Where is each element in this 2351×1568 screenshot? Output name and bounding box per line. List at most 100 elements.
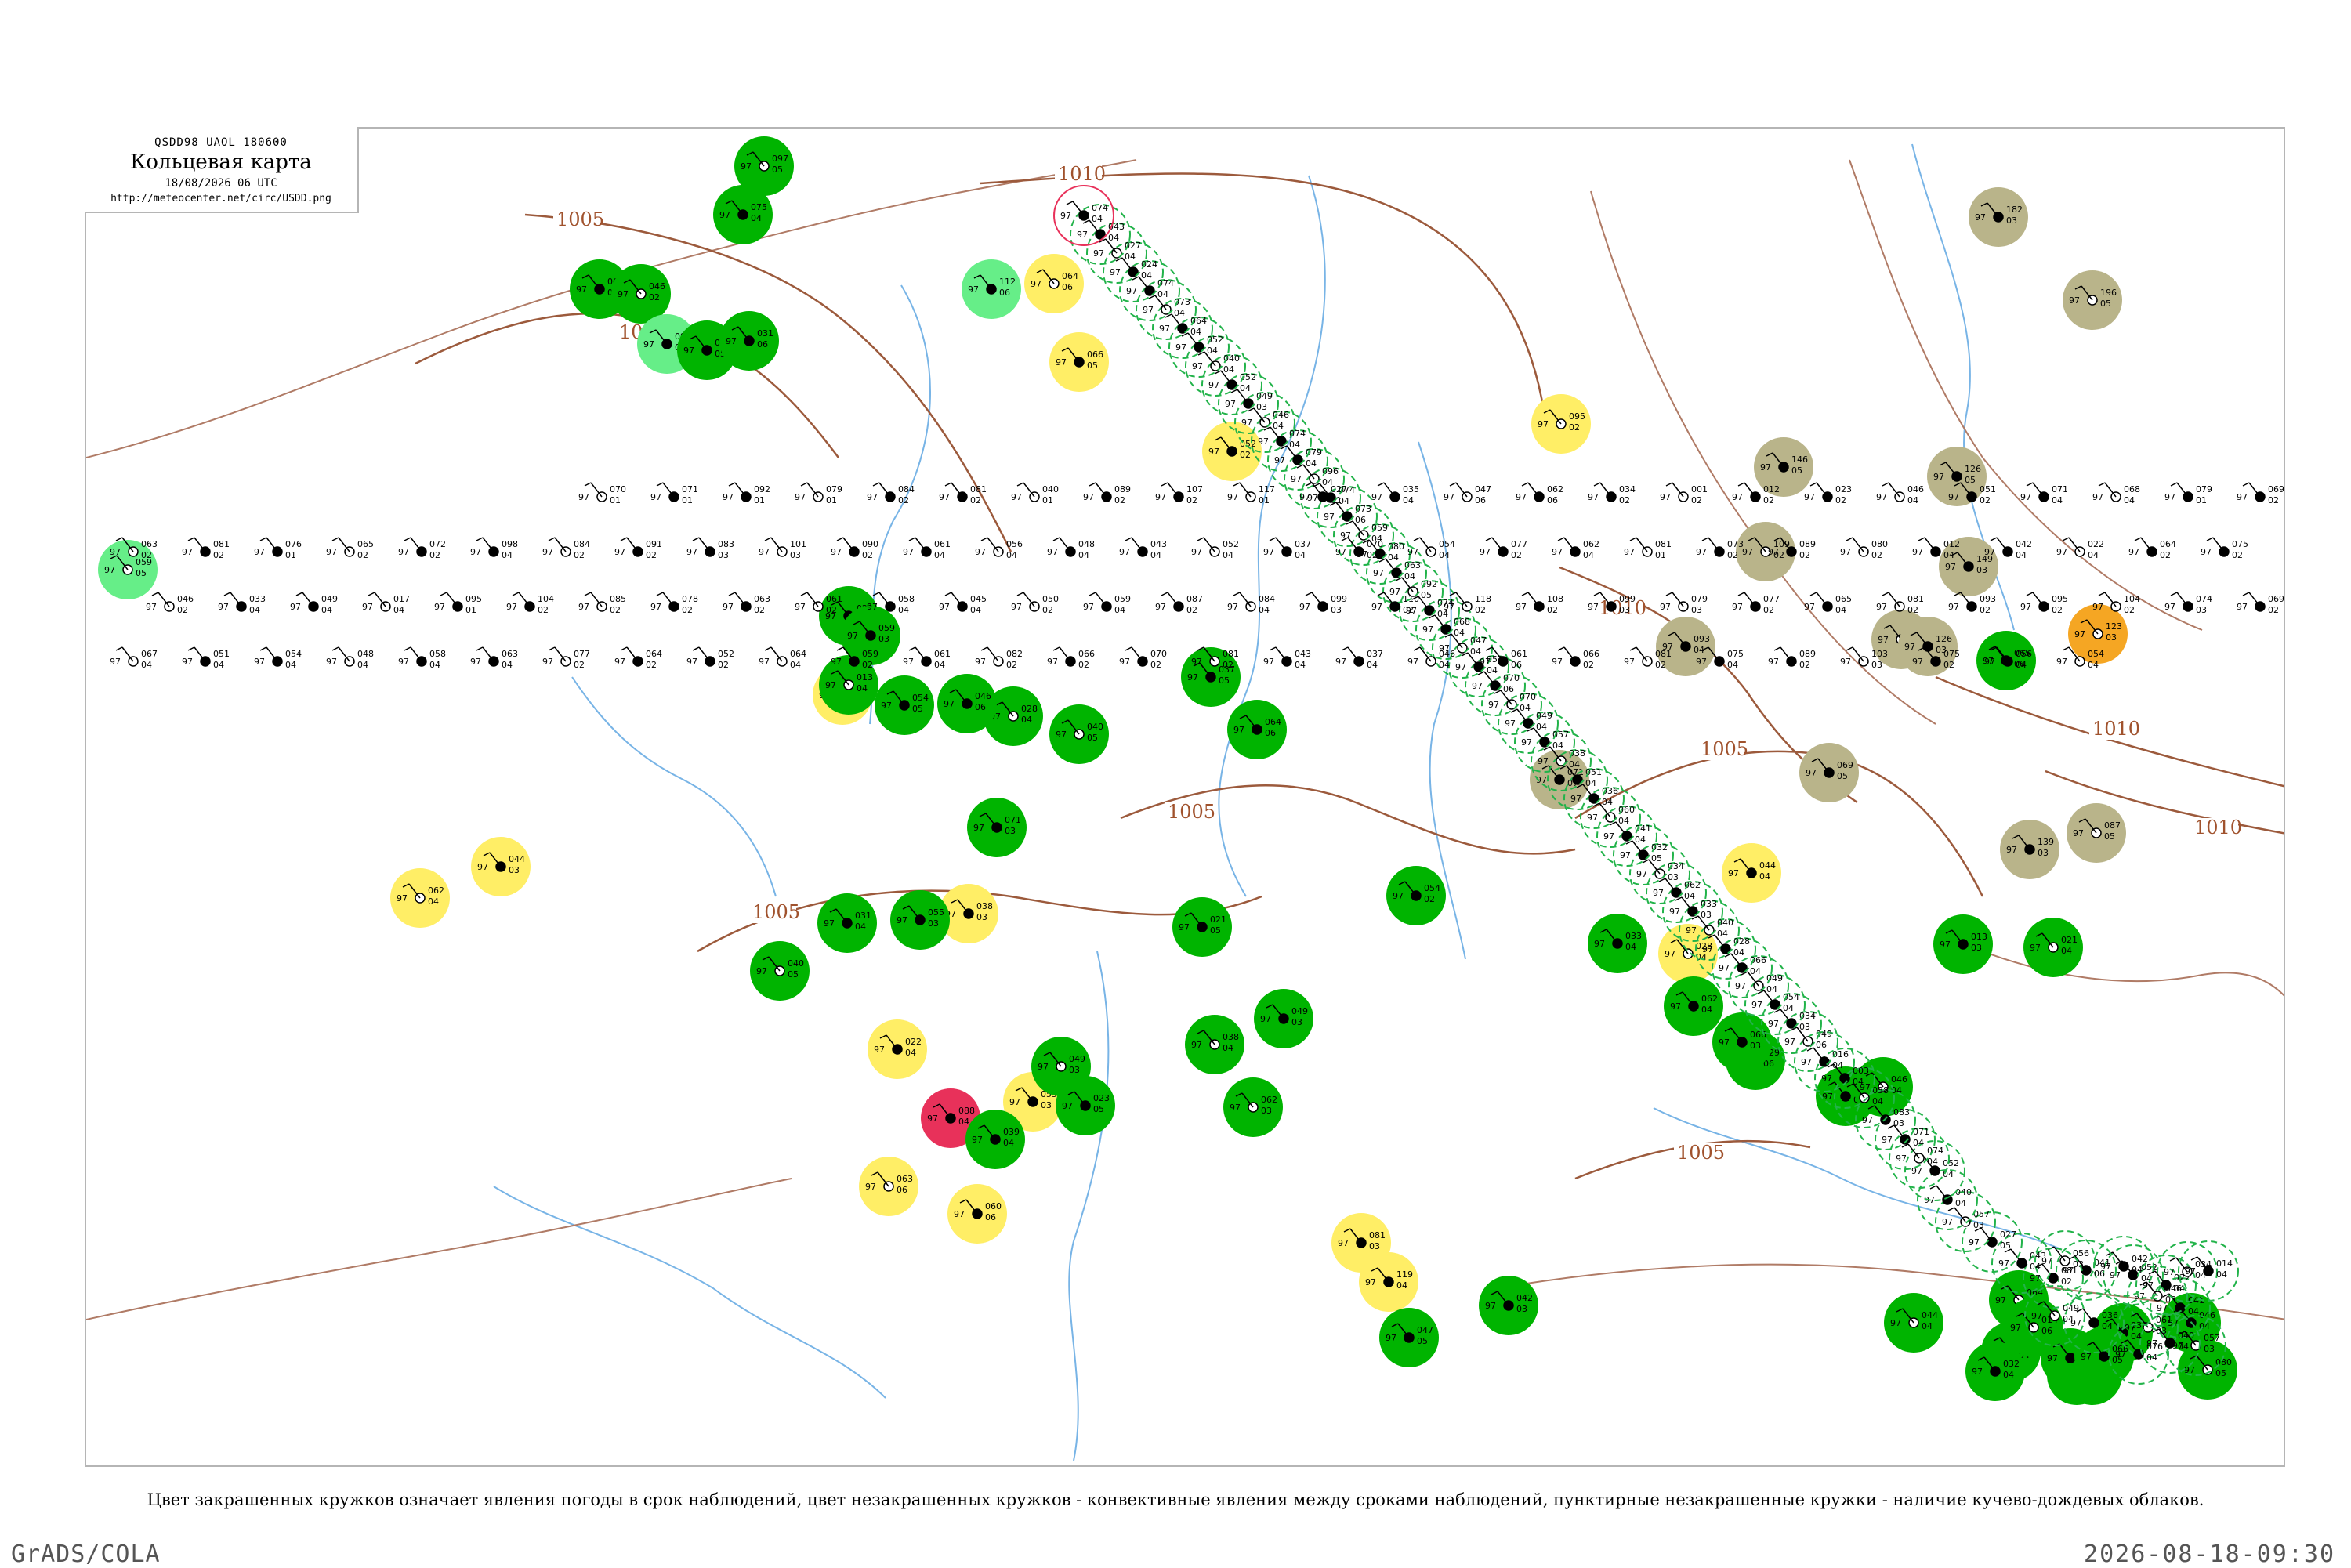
station-marker[interactable]: 04604 97 — [1876, 482, 1924, 505]
station-marker[interactable]: 04404 97 — [1884, 1293, 1943, 1353]
station-marker[interactable]: 05204 97 — [1191, 537, 1239, 560]
station-marker[interactable]: 07901 97 — [2164, 482, 2212, 505]
station-marker[interactable]: 06404 97 — [759, 646, 806, 670]
station-marker[interactable]: 10402 97 — [2092, 592, 2140, 615]
station-marker[interactable]: 04903 97 — [1254, 989, 1313, 1048]
station-marker[interactable]: 04304 97 — [1119, 537, 1167, 560]
station-marker[interactable]: 05405 97 — [875, 675, 934, 735]
station-marker[interactable]: 05404 97 — [254, 646, 302, 670]
station-marker[interactable]: 06006 97 — [947, 1184, 1007, 1244]
station-marker[interactable]: 04203 97 — [1479, 1276, 1538, 1335]
station-marker[interactable]: 05104 97 — [182, 646, 230, 670]
station-marker[interactable]: 02105 97 — [1172, 897, 1232, 957]
station-marker[interactable]: 06203 97 — [1223, 1077, 1283, 1137]
station-marker[interactable]: 08102 97 — [1876, 592, 1924, 615]
station-marker[interactable]: 04001 97 — [1011, 482, 1059, 505]
station-marker[interactable]: 10103 97 — [759, 537, 806, 560]
station-marker[interactable]: 04904 97 — [290, 592, 338, 615]
station-marker[interactable]: 07001 97 — [578, 482, 626, 505]
station-marker[interactable]: 09502 97 — [1531, 394, 1591, 454]
station-marker[interactable]: 04706 97 — [1444, 482, 1491, 505]
station-marker[interactable]: 04404 97 — [1722, 843, 1781, 903]
station-marker[interactable]: 06306 97 — [859, 1157, 918, 1216]
station-marker[interactable]: 03304 97 — [1588, 914, 1647, 973]
station-marker[interactable]: 09903 97 — [1588, 592, 1636, 615]
station-marker[interactable]: 06204 97 — [1664, 976, 1723, 1036]
station-marker[interactable]: 07702 97 — [542, 646, 590, 670]
station-marker[interactable]: 05202 97 — [686, 646, 734, 670]
station-marker[interactable]: 05503 97 — [890, 890, 950, 950]
station-marker[interactable]: 03104 97 — [817, 893, 877, 953]
station-marker[interactable]: 04606 97 — [937, 674, 997, 733]
station-marker[interactable]: 03504 97 — [1371, 482, 1419, 505]
station-marker[interactable]: 04804 97 — [1047, 537, 1095, 560]
station-marker[interactable]: 06602 97 — [1552, 646, 1599, 670]
station-marker[interactable]: 08102 97 — [1624, 646, 1672, 670]
station-marker[interactable]: 08303 97 — [686, 537, 734, 560]
station-marker[interactable]: 06902 97 — [2237, 592, 2284, 615]
station-marker[interactable]: 05804 97 — [398, 646, 446, 670]
station-marker[interactable]: 19605 97 — [2063, 270, 2122, 330]
station-marker[interactable]: 10802 97 — [1516, 592, 1563, 615]
station-marker[interactable]: 07202 97 — [398, 537, 446, 560]
station-marker[interactable]: 06905 97 — [1799, 743, 1859, 802]
station-marker[interactable]: 01704 97 — [362, 592, 410, 615]
station-marker[interactable]: 07002 97 — [1335, 537, 1383, 560]
station-marker[interactable]: 02104 97 — [2023, 918, 2083, 977]
station-marker[interactable]: 05904 97 — [1083, 592, 1131, 615]
station-marker[interactable]: 03304 97 — [218, 592, 266, 615]
station-marker[interactable]: 06704 97 — [110, 646, 158, 670]
station-marker[interactable]: 07901 97 — [795, 482, 842, 505]
station-marker[interactable]: 00102 97 — [1660, 482, 1708, 505]
station-marker[interactable]: 09201 97 — [723, 482, 770, 505]
station-marker[interactable]: 11904 97 — [1359, 1252, 1418, 1312]
station-marker[interactable]: 04804 97 — [326, 646, 374, 670]
station-marker[interactable]: 06402 97 — [614, 646, 662, 670]
station-marker[interactable]: 05404 97 — [1407, 537, 1455, 560]
station-marker[interactable]: 08502 97 — [578, 592, 626, 615]
station-marker[interactable]: 04504 97 — [939, 592, 987, 615]
station-marker[interactable]: 08402 97 — [542, 537, 590, 560]
station-marker[interactable]: 04005 97 — [1049, 704, 1109, 764]
station-marker[interactable]: 18203 97 — [1969, 187, 2028, 247]
station-marker[interactable]: 04604 97 — [1407, 646, 1455, 670]
station-marker[interactable]: 07104 97 — [2020, 482, 2068, 505]
station-marker[interactable]: 09102 97 — [614, 537, 662, 560]
station-marker[interactable]: 07903 97 — [1660, 592, 1708, 615]
station-marker[interactable]: 06304 97 — [470, 646, 518, 670]
station-marker[interactable]: 07403 97 — [2164, 592, 2212, 615]
station-marker[interactable]: 09903 97 — [1299, 592, 1347, 615]
station-marker[interactable]: 02204 97 — [2056, 537, 2104, 560]
station-marker[interactable]: 06104 97 — [903, 646, 951, 670]
station-marker[interactable]: 08705 97 — [2067, 803, 2126, 863]
station-marker[interactable]: 0660397 — [1712, 1012, 1772, 1072]
station-marker[interactable]: 05002 97 — [1011, 592, 1059, 615]
station-marker[interactable]: 04204 97 — [1984, 537, 2032, 560]
station-marker[interactable]: 06602 97 — [1047, 646, 1095, 670]
station-marker[interactable]: 06804 97 — [2092, 482, 2140, 505]
station-marker[interactable]: 04602 97 — [146, 592, 194, 615]
station-marker[interactable]: 03106 97 — [719, 311, 779, 371]
station-marker[interactable]: 06406 97 — [1227, 700, 1287, 759]
station-marker[interactable]: 06104 97 — [903, 537, 951, 560]
station-marker[interactable]: 06902 97 — [2237, 482, 2284, 505]
station-marker[interactable]: 09502 97 — [2020, 592, 2068, 615]
station-marker[interactable]: 07702 97 — [1732, 592, 1780, 615]
station-marker[interactable]: 01202 97 — [1732, 482, 1780, 505]
station-marker[interactable]: 06402 97 — [2128, 537, 2176, 560]
station-marker[interactable]: 10303 97 — [1840, 646, 1888, 670]
station-marker[interactable]: 06406 97 — [1024, 254, 1084, 313]
station-marker[interactable]: 03904 97 — [965, 1110, 1025, 1169]
station-marker[interactable]: 07302 97 — [1696, 537, 1744, 560]
station-marker[interactable]: 07702 97 — [1480, 537, 1527, 560]
station-marker[interactable]: 02305 97 — [1056, 1076, 1115, 1135]
station-marker[interactable]: 02302 97 — [1804, 482, 1852, 505]
station-marker[interactable]: 08002 97 — [1840, 537, 1888, 560]
station-marker[interactable]: 06504 97 — [1804, 592, 1852, 615]
station-marker[interactable]: 08902 97 — [1768, 646, 1816, 670]
station-marker[interactable]: 05604 97 — [975, 537, 1023, 560]
station-marker[interactable]: 03402 97 — [1588, 482, 1636, 505]
station-marker[interactable]: 03804 97 — [1185, 1015, 1244, 1074]
station-marker[interactable]: 06302 97 — [723, 592, 770, 615]
station-marker[interactable]: 06206 97 — [1516, 482, 1563, 505]
